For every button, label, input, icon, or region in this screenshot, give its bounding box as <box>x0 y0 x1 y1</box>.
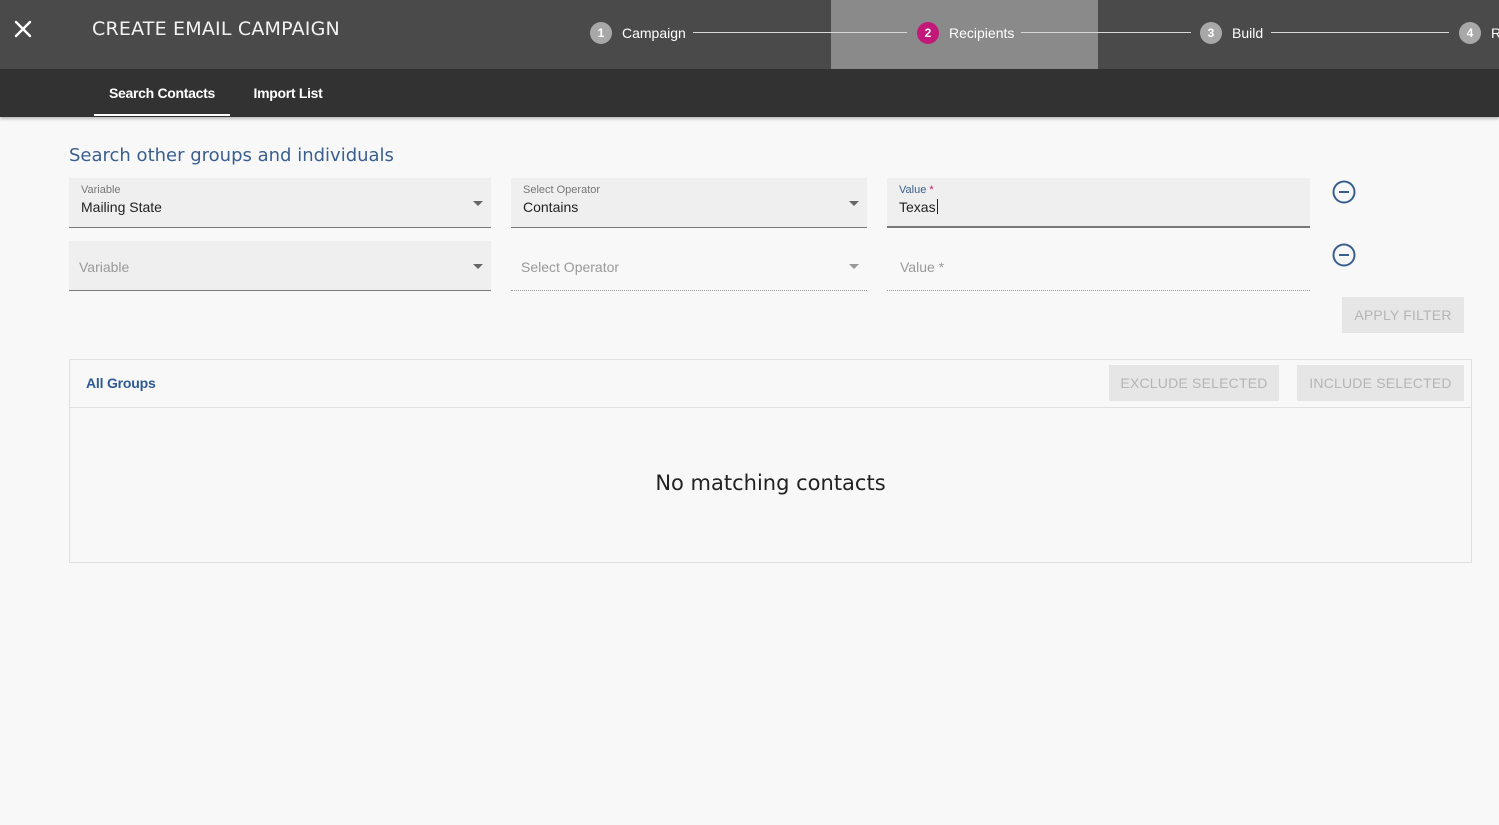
empty-state-message: No matching contacts <box>655 471 886 495</box>
field-label-text: Value <box>899 184 927 196</box>
step-campaign[interactable]: 1 Campaign <box>590 22 686 44</box>
field-value: Mailing State <box>81 199 162 215</box>
required-mark: * <box>929 184 934 196</box>
step-build[interactable]: 3 Build <box>1200 22 1263 44</box>
page-title: CREATE EMAIL CAMPAIGN <box>92 18 340 40</box>
remove-filter-icon[interactable] <box>1332 243 1356 267</box>
step-connector <box>1271 32 1449 33</box>
dropdown-arrow-icon <box>473 264 483 269</box>
apply-filter-button[interactable]: APPLY FILTER <box>1342 297 1464 333</box>
variable-select[interactable]: Variable <box>69 241 491 291</box>
top-bar: CREATE EMAIL CAMPAIGN 1 Campaign 2 Recip… <box>0 0 1499 69</box>
variable-select[interactable]: Variable Mailing State <box>69 178 491 228</box>
step-number: 1 <box>590 22 612 44</box>
field-placeholder: Variable <box>79 259 130 275</box>
step-number: 4 <box>1459 22 1481 44</box>
field-placeholder: Value * <box>900 259 945 275</box>
field-placeholder: Select Operator <box>521 259 620 275</box>
tab-search-contacts[interactable]: Search Contacts <box>94 69 230 117</box>
step-number: 3 <box>1200 22 1222 44</box>
remove-filter-icon[interactable] <box>1332 180 1356 204</box>
close-icon[interactable] <box>12 18 34 40</box>
dropdown-arrow-icon <box>473 201 483 206</box>
step-connector <box>1021 32 1191 33</box>
step-label: Campaign <box>622 25 686 41</box>
operator-select[interactable]: Select Operator Contains <box>511 178 867 228</box>
field-value: Texas <box>899 199 938 215</box>
dropdown-arrow-icon <box>849 201 859 206</box>
groups-panel-header: All Groups EXCLUDE SELECTED INCLUDE SELE… <box>70 360 1471 408</box>
step-review[interactable]: 4 R <box>1459 22 1499 44</box>
dropdown-arrow-icon <box>849 264 859 269</box>
all-groups-link[interactable]: All Groups <box>86 375 156 391</box>
step-number: 2 <box>917 22 939 44</box>
value-input[interactable]: Value * Texas <box>887 178 1310 228</box>
step-label: Build <box>1232 25 1264 41</box>
exclude-selected-button[interactable]: EXCLUDE SELECTED <box>1109 365 1279 401</box>
groups-panel: All Groups EXCLUDE SELECTED INCLUDE SELE… <box>69 359 1472 563</box>
section-title: Search other groups and individuals <box>69 145 394 166</box>
step-recipients[interactable]: 2 Recipients <box>917 22 1014 44</box>
field-value-text: Texas <box>899 199 936 215</box>
step-label: Recipients <box>949 25 1015 41</box>
tab-bar: Search Contacts Import List <box>0 69 1499 117</box>
field-label: Variable <box>81 184 121 196</box>
include-selected-button[interactable]: INCLUDE SELECTED <box>1297 365 1464 401</box>
operator-select[interactable]: Select Operator <box>511 241 867 291</box>
tab-import-list[interactable]: Import List <box>244 69 332 117</box>
text-cursor <box>936 199 938 214</box>
field-label: Select Operator <box>523 184 601 196</box>
field-label: Value * <box>899 184 934 196</box>
step-connector <box>693 32 907 33</box>
step-label: R <box>1491 25 1499 41</box>
field-value: Contains <box>523 199 579 215</box>
value-input[interactable]: Value * <box>887 241 1310 291</box>
